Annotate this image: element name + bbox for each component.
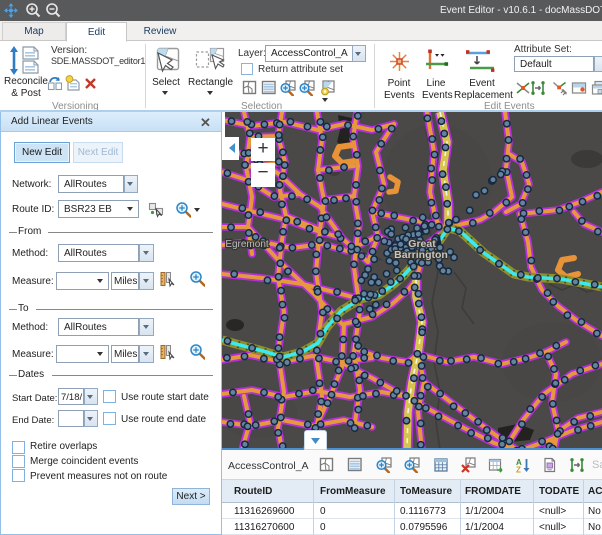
svg-text:Z: Z xyxy=(516,466,521,474)
svg-text:Barrington: Barrington xyxy=(394,249,448,261)
svg-text:Egremont: Egremont xyxy=(225,239,269,250)
